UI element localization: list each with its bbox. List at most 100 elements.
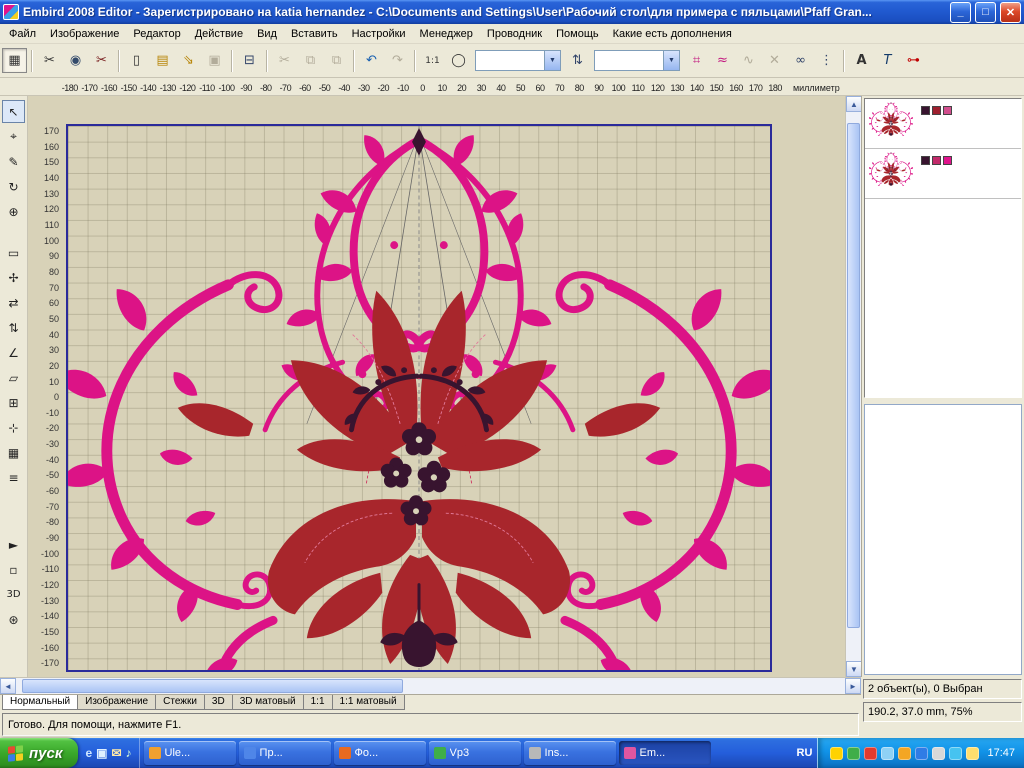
- stitch-dots-button[interactable]: ⋮: [814, 48, 839, 73]
- view-tab[interactable]: 3D матовый: [232, 695, 304, 710]
- object-thumbnail[interactable]: [869, 102, 913, 136]
- horizontal-scrollbar[interactable]: ◄ ►: [0, 677, 861, 694]
- mirror-horizontal-tool[interactable]: ⇄: [2, 291, 25, 314]
- import-button[interactable]: ⇘: [176, 48, 201, 73]
- color-chip[interactable]: [932, 106, 941, 115]
- object-thumbnail[interactable]: [869, 152, 913, 186]
- frame-tool[interactable]: ▭: [2, 241, 25, 264]
- resize-tool[interactable]: ⊞: [2, 391, 25, 414]
- mirror-vertical-tool[interactable]: ⇅: [2, 316, 25, 339]
- snapshot-button[interactable]: ◉: [63, 48, 88, 73]
- design-boundary[interactable]: [66, 124, 772, 672]
- grid-button[interactable]: ▦: [2, 48, 27, 73]
- view-tab[interactable]: Нормальный: [2, 695, 78, 710]
- order-tool[interactable]: ≡: [2, 466, 25, 489]
- quick-launch-icon[interactable]: ✉: [111, 746, 121, 760]
- hoop-button[interactable]: ◯: [446, 48, 471, 73]
- split-delete-button[interactable]: ✂: [89, 48, 114, 73]
- menu-item[interactable]: Проводник: [480, 25, 549, 43]
- view-tab[interactable]: 1:1: [303, 695, 333, 710]
- menu-item[interactable]: Менеджер: [413, 25, 480, 43]
- swap-button[interactable]: ⇅: [565, 48, 590, 73]
- select-tool[interactable]: ↖: [2, 100, 25, 123]
- language-indicator[interactable]: RU: [791, 738, 817, 768]
- object-menu-tool[interactable]: ►: [2, 533, 25, 556]
- scroll-down-button[interactable]: ▼: [846, 661, 862, 677]
- quick-launch-icon[interactable]: e: [85, 746, 92, 760]
- menu-item[interactable]: Изображение: [43, 25, 126, 43]
- menu-item[interactable]: Помощь: [549, 25, 606, 43]
- stitch-flow-button[interactable]: ≈: [710, 48, 735, 73]
- tray-icon[interactable]: [898, 747, 911, 760]
- view-tab[interactable]: 1:1 матовый: [332, 695, 405, 710]
- vertical-scroll-track[interactable]: [846, 112, 861, 661]
- taskbar-window-button[interactable]: Em...: [619, 741, 711, 765]
- split-scissors-button[interactable]: ✂: [37, 48, 62, 73]
- lasso-select-tool[interactable]: ⌖: [2, 125, 25, 148]
- move-tool[interactable]: ✢: [2, 266, 25, 289]
- color-chip[interactable]: [921, 106, 930, 115]
- menu-item[interactable]: Вставить: [284, 25, 345, 43]
- embroidery-design[interactable]: [68, 126, 770, 670]
- freehand-tool[interactable]: ✎: [2, 150, 25, 173]
- scroll-right-button[interactable]: ►: [845, 678, 861, 694]
- small-select-tool[interactable]: ▫: [2, 558, 25, 581]
- grid-settings-tool[interactable]: ▦: [2, 441, 25, 464]
- rotate-tool[interactable]: ↻: [2, 175, 25, 198]
- open-file-button[interactable]: ▤: [150, 48, 175, 73]
- view-tab[interactable]: 3D: [204, 695, 233, 710]
- start-button[interactable]: пуск: [0, 738, 78, 768]
- stitch-link-button[interactable]: ∞: [788, 48, 813, 73]
- scroll-up-button[interactable]: ▲: [846, 96, 862, 112]
- scroll-left-button[interactable]: ◄: [0, 678, 16, 694]
- taskbar-window-button[interactable]: Vp3: [429, 741, 521, 765]
- color-chip[interactable]: [932, 156, 941, 165]
- canvas-viewport[interactable]: 1701601501401301201101009080706050403020…: [28, 96, 845, 677]
- rotate-angle-tool[interactable]: ∠: [2, 341, 25, 364]
- tray-icon[interactable]: [932, 747, 945, 760]
- view-tab[interactable]: Изображение: [77, 695, 156, 710]
- tray-icon[interactable]: [847, 747, 860, 760]
- stitch-density-button[interactable]: ⌗: [684, 48, 709, 73]
- chevron-down-icon[interactable]: ▼: [663, 51, 679, 70]
- taskbar-window-button[interactable]: Ule...: [144, 741, 236, 765]
- quick-launch-icon[interactable]: ▣: [96, 746, 107, 760]
- minimize-button[interactable]: _: [950, 2, 971, 23]
- color-chip[interactable]: [943, 106, 952, 115]
- hoop-select[interactable]: ▼: [475, 50, 561, 71]
- menu-item[interactable]: Редактор: [126, 25, 187, 43]
- tray-icon[interactable]: [966, 747, 979, 760]
- quick-launch-icon[interactable]: ♪: [126, 746, 132, 760]
- monogram-button[interactable]: T: [875, 48, 900, 73]
- zoom-1-1-button[interactable]: 1:1: [420, 48, 445, 73]
- tray-icon[interactable]: [949, 747, 962, 760]
- maximize-button[interactable]: □: [975, 2, 996, 23]
- menu-item[interactable]: Файл: [2, 25, 43, 43]
- menu-item[interactable]: Какие есть дополнения: [606, 25, 739, 43]
- horizontal-scroll-track[interactable]: [16, 678, 845, 694]
- close-button[interactable]: ✕: [1000, 2, 1021, 23]
- chevron-down-icon[interactable]: ▼: [544, 51, 560, 70]
- text-button[interactable]: A: [849, 48, 874, 73]
- 3d-view-tool[interactable]: 3D: [2, 583, 25, 606]
- object-row[interactable]: [865, 99, 1021, 149]
- tray-icon[interactable]: [864, 747, 877, 760]
- print-button[interactable]: ⊟: [237, 48, 262, 73]
- undo-button[interactable]: ↶: [359, 48, 384, 73]
- object-row[interactable]: [865, 149, 1021, 199]
- view-tab[interactable]: Стежки: [155, 695, 205, 710]
- new-file-button[interactable]: ▯: [124, 48, 149, 73]
- menu-item[interactable]: Вид: [250, 25, 284, 43]
- registration-key-button[interactable]: ⊶: [901, 48, 926, 73]
- vertical-scroll-thumb[interactable]: [847, 123, 860, 628]
- zoom-tool[interactable]: ⊕: [2, 200, 25, 223]
- tray-icon[interactable]: [830, 747, 843, 760]
- vertical-scrollbar[interactable]: ▲ ▼: [845, 96, 861, 677]
- tray-icon[interactable]: [915, 747, 928, 760]
- menu-item[interactable]: Действие: [188, 25, 250, 43]
- tray-icon[interactable]: [881, 747, 894, 760]
- taskbar-window-button[interactable]: Фо...: [334, 741, 426, 765]
- menu-item[interactable]: Настройки: [345, 25, 413, 43]
- center-tool[interactable]: ⊹: [2, 416, 25, 439]
- pan-tool[interactable]: ⊛: [2, 608, 25, 631]
